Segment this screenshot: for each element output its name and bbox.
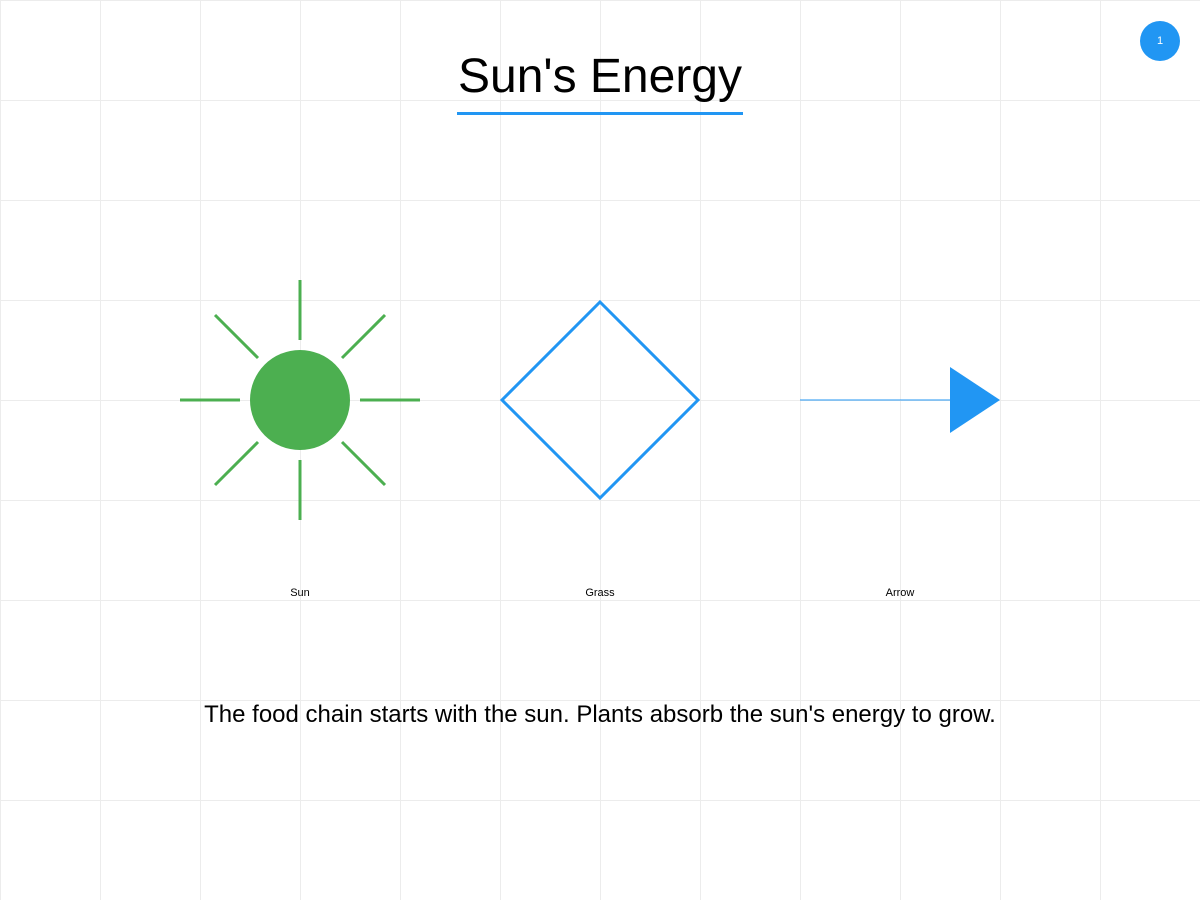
label-grass: Grass: [585, 587, 615, 599]
label-arrow: Arrow: [885, 587, 915, 599]
slide-canvas: Sun's Energy 1 Sun Grass Arrow The food …: [0, 0, 1200, 900]
food-chain-diagram: [180, 280, 1000, 520]
diamond-outline-icon: [499, 299, 701, 501]
sun-ray: [340, 440, 387, 487]
sun-ray: [340, 313, 387, 360]
arrow-head: [950, 367, 1000, 433]
sun-ray: [213, 313, 260, 360]
sun-icon: [180, 280, 420, 520]
arrow-right-icon: [800, 367, 1000, 433]
label-sun: Sun: [290, 587, 310, 599]
sun-ray: [213, 440, 260, 487]
slide-caption: The food chain starts with the sun. Plan…: [204, 701, 996, 728]
sun-disc: [250, 350, 350, 450]
